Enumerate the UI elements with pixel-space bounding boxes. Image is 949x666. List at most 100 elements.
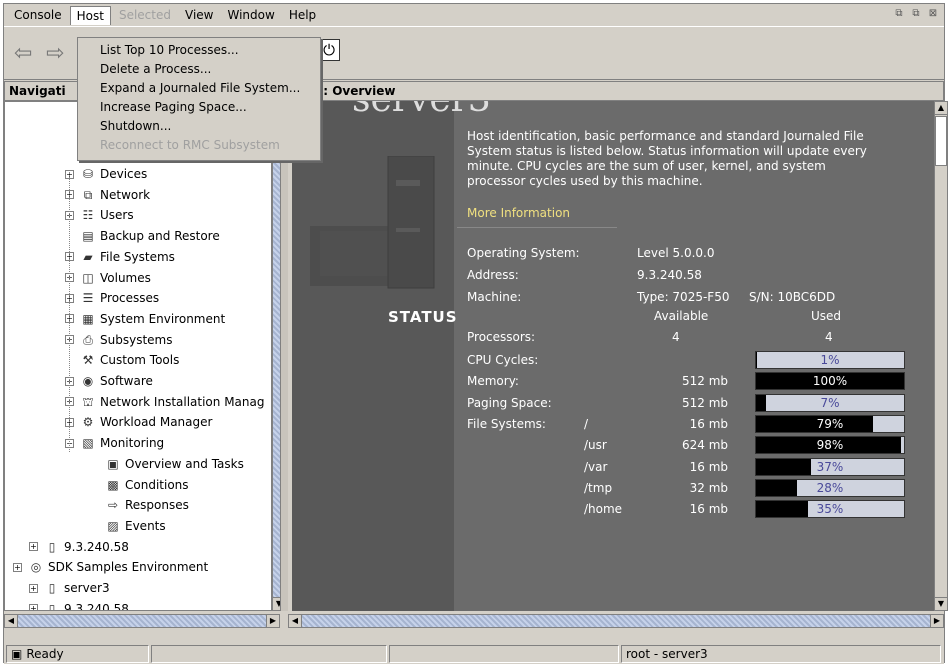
scroll-left-icon[interactable]: ◀ [4,614,18,628]
usage-bar: 79% [755,414,905,433]
processors-available: 4 [672,330,680,344]
tree-item-label: Volumes [100,270,151,285]
app-window: Console Host Selected View Window Help ⧉… [3,3,948,664]
menu-help[interactable]: Help [283,6,322,24]
expand-icon[interactable]: + [13,562,22,572]
os-value: Level 5.0.0.0 [637,246,715,260]
tree-item[interactable]: + ◉ Software [65,371,153,391]
close-icon[interactable]: ⊠ [926,7,940,21]
scroll-up-icon[interactable]: ▲ [934,101,948,115]
file-systems-icon: ▰ [83,249,93,264]
back-arrow-icon[interactable]: ⇦ [14,41,32,66]
tree-item-label: Subsystems [100,332,173,347]
menu-bar: Console Host Selected View Window Help ⧉… [4,4,944,26]
monitoring-icon: ▧ [82,436,94,451]
tree-item-label: Users [100,208,134,223]
tree-item[interactable]: ⚒ Custom Tools [65,350,180,370]
host-menu-item[interactable]: List Top 10 Processes... [78,41,320,60]
tree-item[interactable]: + ⛫ Network Installation Manag [65,392,264,412]
power-icon[interactable]: ⏻ [318,39,340,61]
menu-console[interactable]: Console [8,6,68,24]
tree-item[interactable]: + ▰ File Systems [65,247,175,267]
restore-icon[interactable]: ⧉ [892,7,906,21]
mount-point: /var [584,459,608,474]
nav-horizontal-scrollbar[interactable]: ◀ ▶ [4,614,280,628]
scroll-right-icon[interactable]: ▶ [930,614,944,628]
metric-available: 16 mb [689,416,728,431]
overview-pane: server3 STATUS Host identification, basi… [292,101,934,611]
usage-percent: 100% [812,374,848,389]
tree-item-monitoring[interactable]: ▣ Overview and Tasks [105,454,244,474]
host-icon: ▯ [48,539,56,554]
processors-label: Processors: [467,330,536,344]
usage-bar: 100% [755,372,905,391]
overview-vertical-scrollbar[interactable]: ▲ ▼ [934,101,948,611]
status-bar: ▣ Ready root - server3 [4,644,944,664]
scroll-down-icon[interactable]: ▼ [934,597,948,611]
expand-icon[interactable]: + [29,604,38,610]
menu-selected[interactable]: Selected [113,6,177,24]
address-value: 9.3.240.58 [637,268,702,282]
tree-item-label: Overview and Tasks [125,456,244,471]
forward-arrow-icon[interactable]: ⇨ [46,41,64,66]
tree-item[interactable]: + ☷ Users [65,205,134,225]
menu-window[interactable]: Window [221,6,280,24]
tree-item-host[interactable]: + ▯ server3 [29,578,110,598]
expand-icon[interactable]: + [29,542,38,552]
host-menu-item[interactable]: Increase Paging Space... [78,98,320,117]
workload-manager-icon: ⚙ [82,415,94,430]
tree-item[interactable]: + ☰ Processes [65,288,159,308]
metric-label: Memory: [467,374,519,389]
tree-item-host[interactable]: + ▯ 9.3.240.58 [29,599,129,610]
host-menu-item[interactable]: Delete a Process... [78,60,320,79]
tree-item-monitoring[interactable]: ▨ Events [105,516,165,536]
tree-item-label: Responses [125,498,189,513]
tree-item[interactable]: + ⚙ Workload Manager [65,412,212,432]
tree-item-monitoring[interactable]: ▩ Conditions [105,475,188,495]
usage-percent: 1% [820,353,840,367]
menu-view[interactable]: View [179,6,219,24]
tree-item[interactable]: + ⎙ Subsystems [65,330,172,350]
expand-icon[interactable]: + [29,583,38,593]
processes-icon: ☰ [82,291,94,306]
tree-item[interactable]: + ⛁ Devices [65,164,147,184]
tree-item[interactable]: + ▦ System Environment [65,309,225,329]
mount-point: / [584,416,589,431]
overview-horizontal-scrollbar[interactable]: ◀ ▶ [288,614,944,628]
scroll-right-icon[interactable]: ▶ [266,614,280,628]
menu-host[interactable]: Host [69,5,111,25]
host-menu-item[interactable]: Reconnect to RMC Subsystem [78,136,320,155]
scroll-thumb[interactable] [935,116,947,166]
usage-percent: 37% [816,459,844,474]
tree-item[interactable]: + ◫ Volumes [65,268,151,288]
metric-available: 624 mb [681,438,728,453]
tree-item-label: Network Installation Manag [100,394,265,409]
host-icon: ▯ [48,581,56,595]
usage-bar: 7% [755,393,905,412]
maximize-icon[interactable]: ⧉ [909,7,923,21]
tree-item[interactable]: ▤ Backup and Restore [65,226,219,246]
usage-bar: 98% [755,436,905,455]
tree-item[interactable]: − ▧ Monitoring [65,433,164,453]
metric-available: 512 mb [681,395,728,410]
tree-item[interactable]: + ⧉ Network [65,185,150,205]
more-information-link[interactable]: More Information [467,206,570,220]
overview-header: ver3: Overview [288,81,944,101]
conditions-icon: ▩ [107,477,119,492]
tree-item-host[interactable]: + ▯ 9.3.240.58 [29,537,129,557]
pane-splitter[interactable] [280,101,288,611]
host-menu-item[interactable]: Shutdown... [78,117,320,136]
server-title: server3 [352,101,491,120]
overview-icon: ▣ [107,456,119,471]
tree-item-host[interactable]: + ◎ SDK Samples Environment [13,557,208,577]
os-label: Operating System: [467,246,580,260]
network-icon: ⧉ [83,187,93,202]
host-menu-item[interactable]: Expand a Journaled File System... [78,79,320,98]
metric-available: 32 mb [689,480,728,495]
address-label: Address: [467,268,519,282]
usage-bar: 35% [755,500,905,519]
scroll-left-icon[interactable]: ◀ [288,614,302,628]
tree-item-monitoring[interactable]: ⇨ Responses [105,495,189,515]
tree-item-label: System Environment [100,311,226,326]
mount-point: /tmp [584,480,613,495]
